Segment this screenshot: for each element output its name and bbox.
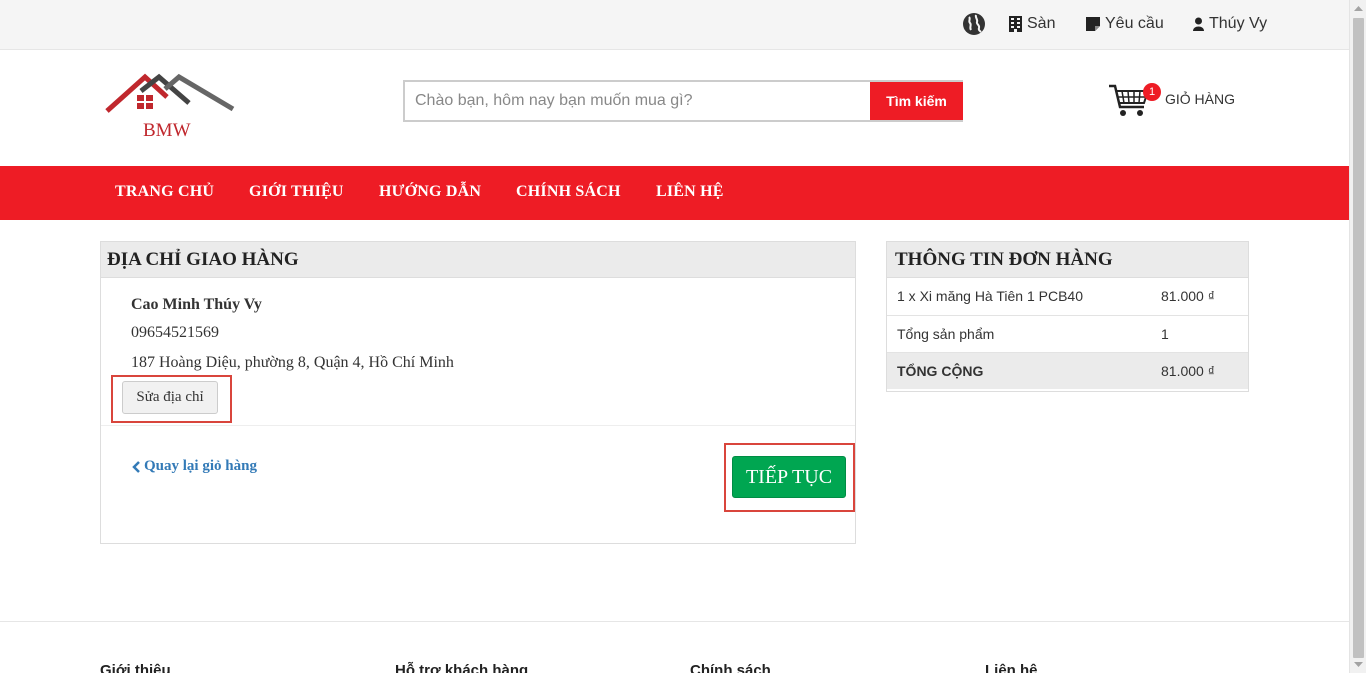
scroll-up-arrow-icon[interactable] bbox=[1350, 0, 1366, 17]
cart-count-badge: 1 bbox=[1143, 83, 1161, 101]
topbar-san-label: Sàn bbox=[1027, 15, 1056, 32]
shipping-panel-title: ĐỊA CHỈ GIAO HÀNG bbox=[101, 242, 855, 278]
nav-item-contact[interactable]: LIÊN HỆ bbox=[656, 183, 724, 201]
top-bar: Sàn Yêu cầu Thúy Vy bbox=[0, 0, 1349, 50]
scroll-thumb[interactable] bbox=[1353, 18, 1364, 658]
header: BMW Tìm kiếm 1 GIỎ HÀNG bbox=[0, 51, 1349, 166]
user-icon bbox=[1193, 17, 1204, 31]
topbar-san-link[interactable]: Sàn bbox=[1009, 15, 1055, 33]
order-item-price: 81.000 ₫ bbox=[1151, 278, 1248, 316]
logo-text[interactable]: BMW bbox=[143, 120, 191, 142]
table-row: 1 x Xi măng Hà Tiên 1 PCB40 81.000 ₫ bbox=[887, 278, 1248, 316]
topbar-request-link[interactable]: Yêu cầu bbox=[1086, 15, 1164, 33]
order-info-panel: THÔNG TIN ĐƠN HÀNG 1 x Xi măng Hà Tiên 1… bbox=[886, 241, 1249, 392]
order-item-label: 1 x Xi măng Hà Tiên 1 PCB40 bbox=[887, 278, 1151, 316]
nav-item-guide[interactable]: HƯỚNG DẪN bbox=[379, 183, 481, 201]
search-bar: Tìm kiếm bbox=[403, 80, 963, 122]
product-count-value: 1 bbox=[1151, 315, 1248, 353]
nav-item-policy[interactable]: CHÍNH SÁCH bbox=[516, 183, 621, 201]
building-icon bbox=[1009, 16, 1022, 32]
main-nav: TRANG CHỦ GIỚI THIỆU HƯỚNG DẪN CHÍNH SÁC… bbox=[0, 166, 1349, 220]
footer-support-heading: Hỗ trợ khách hàng bbox=[395, 662, 529, 673]
cart-label: GIỎ HÀNG bbox=[1165, 91, 1236, 107]
cart-link[interactable]: 1 GIỎ HÀNG bbox=[1108, 81, 1248, 121]
recipient-name: Cao Minh Thúy Vy bbox=[131, 296, 262, 313]
order-panel-title: THÔNG TIN ĐƠN HÀNG bbox=[887, 242, 1248, 278]
note-icon bbox=[1086, 17, 1100, 31]
shipping-address-panel: ĐỊA CHỈ GIAO HÀNG Cao Minh Thúy Vy 09654… bbox=[100, 241, 856, 544]
back-to-cart-link[interactable]: Quay lại giỏ hàng bbox=[131, 458, 257, 475]
total-label: TỔNG CỘNG bbox=[887, 352, 1151, 389]
footer-about-heading: Giới thiệu bbox=[100, 662, 171, 673]
product-count-label: Tổng sản phẩm bbox=[887, 315, 1151, 353]
chevron-left-icon bbox=[132, 460, 140, 473]
page-scrollbar[interactable] bbox=[1349, 0, 1366, 673]
footer: Giới thiệu Hỗ trợ khách hàng Chính sách … bbox=[0, 621, 1349, 673]
topbar-request-label: Yêu cầu bbox=[1105, 15, 1164, 32]
footer-policy-heading: Chính sách bbox=[690, 662, 771, 673]
panel-divider bbox=[101, 425, 855, 426]
topbar-user-link[interactable]: Thúy Vy bbox=[1193, 15, 1267, 33]
recipient-address: 187 Hoàng Diệu, phường 8, Quận 4, Hồ Chí… bbox=[131, 354, 454, 371]
globe-icon[interactable] bbox=[962, 12, 986, 36]
back-to-cart-label: Quay lại giỏ hàng bbox=[144, 458, 257, 474]
footer-contact-heading: Liên hệ bbox=[985, 662, 1038, 673]
search-button[interactable]: Tìm kiếm bbox=[870, 82, 963, 120]
recipient-phone: 09654521569 bbox=[131, 324, 219, 341]
edit-address-button[interactable]: Sửa địa chỉ bbox=[122, 381, 218, 414]
table-row: Tổng sản phẩm 1 bbox=[887, 315, 1248, 353]
table-row: TỔNG CỘNG 81.000 ₫ bbox=[887, 352, 1248, 389]
topbar-user-label: Thúy Vy bbox=[1209, 15, 1268, 32]
scroll-down-arrow-icon[interactable] bbox=[1350, 656, 1366, 673]
continue-button[interactable]: TIẾP TỤC bbox=[732, 456, 846, 498]
nav-item-about[interactable]: GIỚI THIỆU bbox=[249, 183, 344, 201]
search-input[interactable] bbox=[405, 82, 869, 120]
order-summary-table: 1 x Xi măng Hà Tiên 1 PCB40 81.000 ₫ Tổn… bbox=[887, 278, 1248, 389]
total-value: 81.000 ₫ bbox=[1151, 352, 1248, 389]
nav-item-home[interactable]: TRANG CHỦ bbox=[115, 183, 214, 201]
